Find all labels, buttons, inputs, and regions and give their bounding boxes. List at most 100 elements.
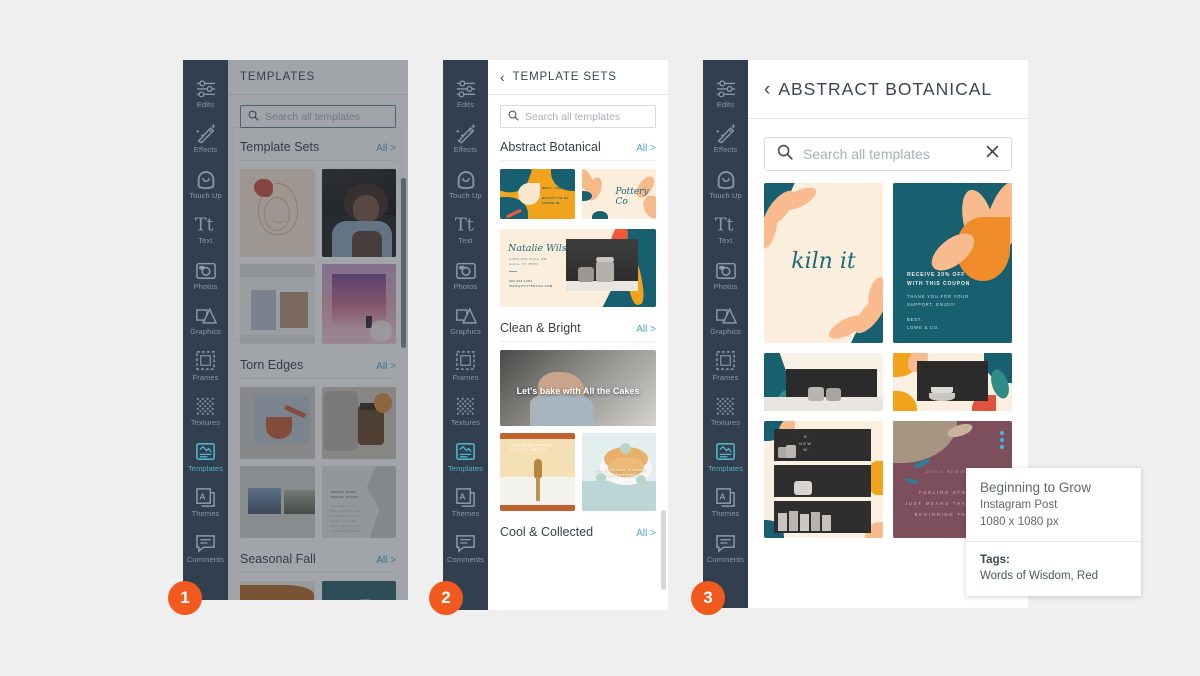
comments-icon [195, 532, 216, 554]
sidebar-item-label: Text [718, 236, 733, 246]
more-options-icon[interactable] [1000, 431, 1004, 449]
sidebar-item-textures[interactable]: Textures [443, 389, 488, 435]
sidebar-item-label: Text [458, 236, 473, 246]
natalie-contact: 806.206.1284 INFO@POTTERYCO.COM [509, 279, 553, 288]
sidebar-item-label: Templates [447, 463, 484, 473]
sidebar-item-photos[interactable]: Photos [183, 252, 228, 298]
sidebar-item-effects[interactable]: Effects [183, 116, 228, 162]
sidebar-item-label: Themes [191, 509, 220, 519]
sidebar-item-themes[interactable]: A Themes [183, 480, 228, 526]
svg-text:Tt: Tt [714, 216, 733, 235]
sidebar-item-label: Edits [716, 99, 735, 109]
sidebar-item-label: Touch Up [709, 190, 742, 200]
sidebar-item-photos[interactable]: Photos [703, 252, 748, 298]
sidebar-item-textures[interactable]: Textures [183, 389, 228, 435]
section-all-link[interactable]: All > [636, 143, 656, 154]
themes-icon: A [455, 486, 476, 508]
sidebar-item-frames[interactable]: Frames [443, 343, 488, 389]
sidebar-item-text[interactable]: Tt Text [443, 207, 488, 253]
svg-text:A: A [719, 491, 725, 501]
template-thumb-torn-travel-text[interactable]: TRAVEL HARD TRAVEL OFTEN the best travel h… [321, 466, 396, 538]
sidebar-item-edits[interactable]: Edits [183, 70, 228, 116]
sidebar-item-label: Textures [190, 418, 221, 428]
comments-icon [715, 532, 736, 554]
template-thumb-honey-dipper[interactable]: Getting our bake on ALL THE MAKES [500, 433, 575, 511]
sidebar-item-touch-up[interactable]: Touch Up [703, 161, 748, 207]
tooltip-primary: Beginning to Grow Instagram Post 1080 x … [966, 468, 1141, 542]
close-icon[interactable] [986, 145, 999, 163]
section-all-link[interactable]: All > [636, 528, 656, 539]
text-icon: Tt [454, 213, 478, 235]
template-thumb-natalie-wilson[interactable]: Natalie Wilson 17034 40th Street NW Austi… [500, 229, 656, 307]
template-thumb-fall-portrait[interactable] [240, 581, 315, 600]
template-botanical-bowls-wide[interactable] [893, 353, 1012, 411]
template-pottery-shelf-wide[interactable] [764, 353, 883, 411]
search-input[interactable]: Search all templates [500, 105, 656, 128]
sidebar-item-photos[interactable]: Photos [443, 252, 488, 298]
template-thumb-pottery-co[interactable]: Pottery Co [581, 169, 656, 219]
template-thumb-torn-landscape-duo[interactable] [240, 466, 315, 538]
sidebar-item-label: Graphics [450, 327, 481, 337]
section-all-link[interactable]: All > [376, 555, 396, 566]
sidebar-item-effects[interactable]: Effects [443, 116, 488, 162]
sidebar-item-text[interactable]: Tt Text [183, 207, 228, 253]
svg-text:Tt: Tt [194, 216, 213, 235]
template-new-collection-stack[interactable]: · N · NEW · W · [764, 421, 883, 538]
sidebar-item-label: Frames [192, 372, 219, 382]
panel-templates-browse: Edits Effects Touch Up Tt Text Photos Graphics… [183, 60, 408, 600]
baking-hero-caption: Let's bake with All the Cakes [516, 386, 640, 396]
template-thumb-donuts[interactable]: Life at its best is always transformatio… [581, 433, 656, 511]
section-header: Torn Edges All > [240, 358, 396, 379]
tooltip-type: Instagram Post [980, 499, 1058, 511]
template-thumb-baking-hero[interactable]: Let's bake with All the Cakes [500, 350, 656, 426]
sidebar-item-graphics[interactable]: Graphics [703, 298, 748, 344]
sidebar-item-templates[interactable]: Templates [703, 434, 748, 480]
tool-rail-1[interactable]: Edits Effects Touch Up Tt Text Photos Graphics… [183, 60, 228, 600]
template-thumb-torn-orange-pour[interactable] [240, 387, 315, 459]
sidebar-item-label: Textures [450, 418, 481, 428]
stack-label: · N · NEW · W · [798, 434, 814, 452]
sidebar-item-comments[interactable]: Comments [183, 525, 228, 571]
tooltip-tags: Tags: Words of Wisdom, Red [966, 542, 1141, 596]
sidebar-item-comments[interactable]: Comments [703, 525, 748, 571]
search-input[interactable]: Search all templates [764, 137, 1012, 171]
panel3-header: ‹ ABSTRACT BOTANICAL [748, 60, 1028, 119]
sidebar-item-effects[interactable]: Effects [703, 116, 748, 162]
chevron-left-icon[interactable]: ‹ [500, 70, 505, 84]
template-coupon[interactable]: RECEIVE 20% OFF WITH THIS COUPON THANK YO… [893, 183, 1012, 343]
sidebar-item-graphics[interactable]: Graphics [443, 298, 488, 344]
tool-rail-2[interactable]: Edits Effects Touch Up Tt Text Photos Graphics… [443, 60, 488, 610]
sidebar-item-templates[interactable]: Templates [443, 434, 488, 480]
tool-rail-3[interactable]: Edits Effects Touch Up Tt Text Photos Graphics… [703, 60, 748, 608]
donuts-caption: Life at its best is always transformatio… [594, 467, 647, 477]
chevron-left-icon[interactable]: ‹ [764, 80, 770, 99]
template-thumb-autumn-candle[interactable] [321, 387, 396, 459]
template-thumb-teal-bag[interactable] [321, 581, 396, 600]
sidebar-item-comments[interactable]: Comments [443, 525, 488, 571]
section-cool-and-collected: Cool & Collected All > [488, 521, 668, 545]
section-all-link[interactable]: All > [376, 361, 396, 372]
sidebar-item-frames[interactable]: Frames [703, 343, 748, 389]
section-header: Abstract Botanical All > [500, 140, 656, 161]
graphics-icon [195, 304, 217, 326]
sidebar-item-templates[interactable]: Templates [183, 434, 228, 480]
sidebar-item-themes[interactable]: A Themes [703, 480, 748, 526]
sidebar-item-graphics[interactable]: Graphics [183, 298, 228, 344]
search-input[interactable]: Search all templates [240, 105, 396, 128]
sidebar-item-themes[interactable]: A Themes [443, 480, 488, 526]
panel2-scrollbar[interactable] [661, 510, 666, 590]
sidebar-item-touch-up[interactable]: Touch Up [443, 161, 488, 207]
sidebar-item-text[interactable]: Tt Text [703, 207, 748, 253]
sidebar-item-textures[interactable]: Textures [703, 389, 748, 435]
section-all-link[interactable]: All > [636, 324, 656, 335]
sidebar-item-touch-up[interactable]: Touch Up [183, 161, 228, 207]
template-thumb-botanical-orange[interactable]: WELL, THERE'S BEAUTY TO BE FOUND IN [500, 169, 575, 219]
sidebar-item-edits[interactable]: Edits [703, 70, 748, 116]
panel1-scrollbar[interactable] [401, 178, 406, 348]
sidebar-item-frames[interactable]: Frames [183, 343, 228, 389]
search-icon [508, 108, 519, 126]
sidebar-item-edits[interactable]: Edits [443, 70, 488, 116]
tooltip-tags-label: Tags: [980, 554, 1010, 566]
templates-icon [455, 441, 476, 463]
template-kiln-it[interactable]: kiln it [764, 183, 883, 343]
